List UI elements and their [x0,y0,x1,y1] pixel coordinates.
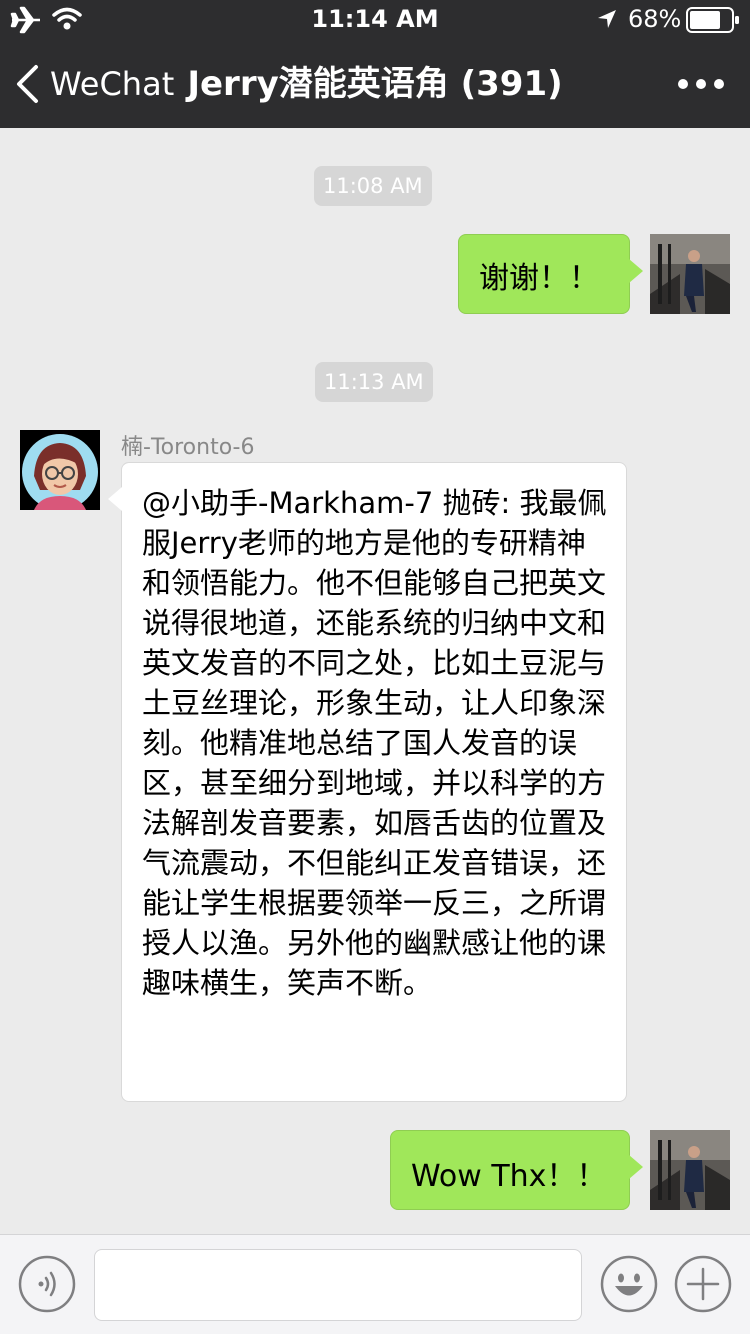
voice-icon[interactable] [18,1255,76,1313]
message-text: @小助手-Markham-7 抛砖: 我最佩服Jerry老师的地方是他的专研精神… [142,486,607,1000]
emoji-icon[interactable] [600,1255,658,1313]
bubble-tail [629,1155,643,1179]
message-text: 谢谢！！ [479,261,599,296]
bubble-tail [629,259,643,283]
sender-name: 楠-Toronto-6 [121,435,255,460]
top-bar: 11:14 AM 68% WeChat Jerry潜能英语角 (391) [0,0,750,128]
battery-percent: 68% [628,5,682,33]
avatar-photo [650,234,730,314]
nav-bar: WeChat Jerry潜能英语角 (391) [0,40,750,128]
timestamp-pill: 11:08 AM [314,166,432,206]
timestamp-pill: 11:13 AM [315,362,433,402]
bubble-tail [108,487,122,511]
received-message-bubble[interactable]: @小助手-Markham-7 抛砖: 我最佩服Jerry老师的地方是他的专研精神… [108,462,627,1102]
my-message-bubble[interactable]: 谢谢！！ [458,234,643,314]
plus-icon[interactable] [674,1255,732,1313]
my-avatar[interactable] [650,1130,730,1210]
my-avatar[interactable] [650,234,730,314]
location-arrow-icon [598,10,616,28]
battery-icon [686,7,739,33]
more-dots-icon[interactable] [676,72,726,96]
message-input[interactable] [94,1249,582,1321]
avatar-illustration [20,430,100,510]
my-message-bubble[interactable]: Wow Thx！！ [390,1130,643,1210]
message-text: Wow Thx！！ [411,1159,607,1194]
sender-avatar[interactable] [20,430,100,510]
chat-title: Jerry潜能英语角 (391) [187,64,563,104]
input-bar [0,1234,750,1334]
status-bar: 11:14 AM 68% [0,0,750,40]
avatar-photo [650,1130,730,1210]
